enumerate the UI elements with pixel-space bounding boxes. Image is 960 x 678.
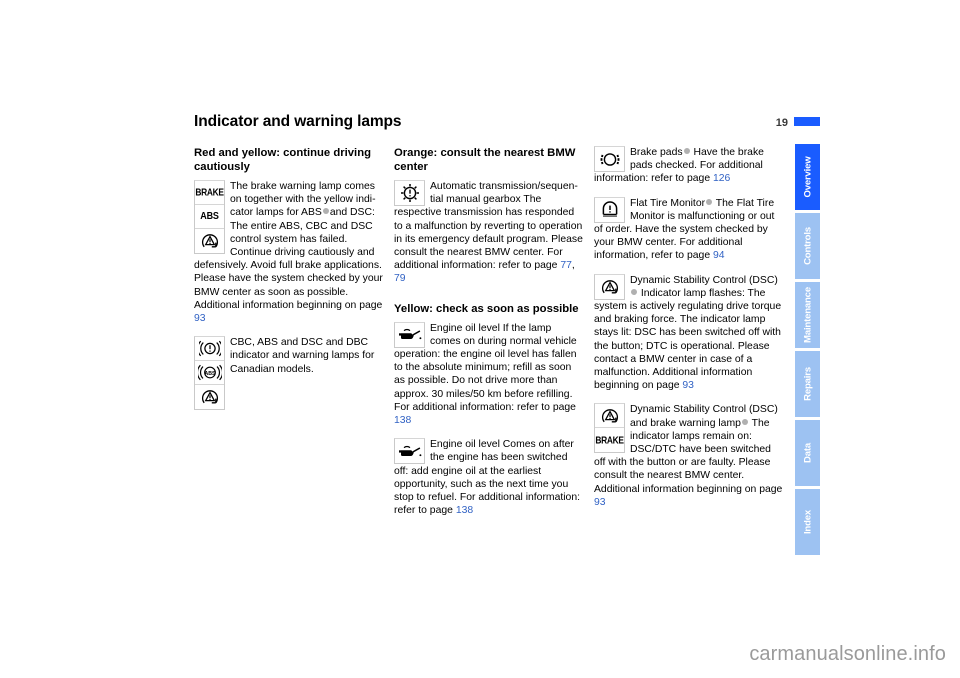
lamp-block-dsc-brake: BRAKE Dynamic Stability Control (DSC) an… [594, 403, 784, 509]
lamp-ref-label: Additional information beginning on page [194, 299, 383, 311]
page-number: 19 [775, 117, 788, 129]
indicator-dot-icon [741, 418, 748, 425]
dsc-triangle-icon [595, 275, 624, 299]
page-reference-link[interactable]: 77 [560, 260, 572, 271]
indicator-dot-icon [683, 148, 690, 154]
lamp-title: Engine oil level [430, 439, 500, 451]
tab-label: Overview [802, 156, 813, 198]
left-column: Red and yellow: continue driving cautiou… [194, 146, 384, 421]
tab-label: Repairs [802, 367, 813, 401]
icon-strip [394, 180, 425, 206]
tab-label: Maintenance [802, 287, 813, 343]
lamp-ref-label: Additional information beginning on page [594, 483, 783, 495]
page-reference-link[interactable]: 93 [682, 380, 694, 391]
manual-page: Indicator and warning lamps 19 Red and y… [0, 0, 960, 678]
lamp-block-flat-tire-monitor: Flat Tire Monitor The Flat Tire Monitor … [594, 196, 784, 263]
icon-strip [394, 321, 425, 348]
lamp-title: Automatic transmission/sequen-tial manua… [430, 181, 578, 206]
lamp-block-dsc: Dynamic Stability Control (DSC) Indicato… [594, 273, 784, 393]
tab-controls[interactable]: Controls [795, 213, 820, 279]
site-watermark: carmanualsonline.info [749, 643, 946, 665]
lamp-block-oil-level-running: Engine oil level If the lamp comes on du… [394, 321, 584, 428]
page-reference-link[interactable]: 94 [713, 250, 725, 261]
abs-canadian-icon: ABS [195, 361, 224, 386]
dsc-triangle-icon [195, 229, 224, 253]
tab-data[interactable]: Data [795, 420, 820, 486]
page-reference-link[interactable]: 79 [394, 273, 406, 284]
page-reference-link[interactable]: 126 [713, 173, 730, 184]
svg-text:ABS: ABS [204, 371, 215, 377]
indicator-dot-icon [706, 198, 713, 205]
ref-separator: , [571, 260, 575, 272]
page-title: Indicator and warning lamps [194, 113, 402, 130]
dsc-triangle-icon [595, 404, 624, 429]
lamp-title: Engine oil level [430, 322, 500, 334]
lamp-description: Indicator lamp flashes: The system is ac… [594, 287, 782, 379]
middle-column: Orange: consult the nearest BMW center A… [394, 146, 584, 528]
icon-strip [594, 196, 625, 223]
lamp-block-transmission: Automatic transmission/sequen-tial manua… [394, 180, 584, 286]
icon-strip: BRAKE ABS [194, 180, 225, 254]
lamp-block-oil-level-off: Engine oil level Comes on after the engi… [394, 438, 584, 517]
right-column: Brake pads Have the brake pads checked. … [594, 146, 784, 520]
gear-exclamation-icon [395, 181, 424, 205]
icon-strip: BRAKE [594, 403, 625, 454]
section-tab-rail: Overview Controls Maintenance Repairs Da… [795, 144, 820, 558]
icon-strip [594, 146, 625, 172]
oil-can-icon [395, 439, 424, 463]
orange-section-heading: Orange: consult the nearest BMW center [394, 147, 576, 173]
flat-tire-icon [595, 198, 624, 222]
icon-strip [594, 273, 625, 300]
icon-strip: ABS [194, 336, 225, 411]
brake-lamp-icon: BRAKE [195, 181, 224, 205]
tab-label: Controls [802, 227, 813, 265]
icon-strip [394, 438, 425, 465]
lamp-text-part2: and DSC: [329, 207, 375, 219]
abs-lamp-icon: ABS [195, 205, 224, 229]
lamp-description: CBC, ABS and DSC and DBC indicator and w… [230, 337, 375, 375]
indicator-dot-icon [631, 288, 637, 295]
brake-pads-icon [595, 147, 624, 171]
dsc-triangle-icon [195, 385, 224, 409]
tab-repairs[interactable]: Repairs [795, 351, 820, 417]
indicator-dot-icon [322, 208, 329, 215]
tab-overview[interactable]: Overview [795, 144, 820, 210]
page-reference-link[interactable]: 138 [456, 505, 473, 516]
page-reference-link[interactable]: 93 [194, 313, 206, 324]
page-header: Indicator and warning lamps 19 [194, 113, 820, 139]
tab-label: Index [802, 509, 813, 535]
page-reference-link[interactable]: 93 [594, 497, 606, 508]
lamp-block-brake-abs-dsc: BRAKE ABS The brake warning lamp comes o… [194, 180, 384, 325]
lamp-block-brake-pads: Brake pads Have the brake pads checked. … [594, 146, 784, 186]
left-section-heading: Red and yellow: continue driving cautiou… [194, 147, 371, 173]
cbc-exclamation-icon [195, 337, 224, 362]
lamp-title-line1: Dynamic Stability Control [630, 274, 747, 286]
lamp-block-canadian-models: ABS CBC, ABS and DSC and DBC indicator a… [194, 336, 384, 411]
yellow-section-heading: Yellow: check as soon as possible [394, 302, 579, 315]
lamp-title: Flat Tire Monitor [630, 197, 706, 209]
lamp-ref-label: For additional information: refer to pag… [394, 401, 576, 413]
lamp-title-line2: (DSC) [748, 274, 778, 286]
tab-index[interactable]: Index [795, 489, 820, 555]
lamp-title: Brake pads [630, 147, 683, 158]
tab-label: Data [802, 443, 813, 463]
header-accent-marker [794, 117, 820, 126]
oil-can-icon [395, 323, 424, 347]
tab-maintenance[interactable]: Maintenance [795, 282, 820, 348]
brake-lamp-icon: BRAKE [595, 433, 624, 446]
page-reference-link[interactable]: 138 [394, 415, 411, 426]
